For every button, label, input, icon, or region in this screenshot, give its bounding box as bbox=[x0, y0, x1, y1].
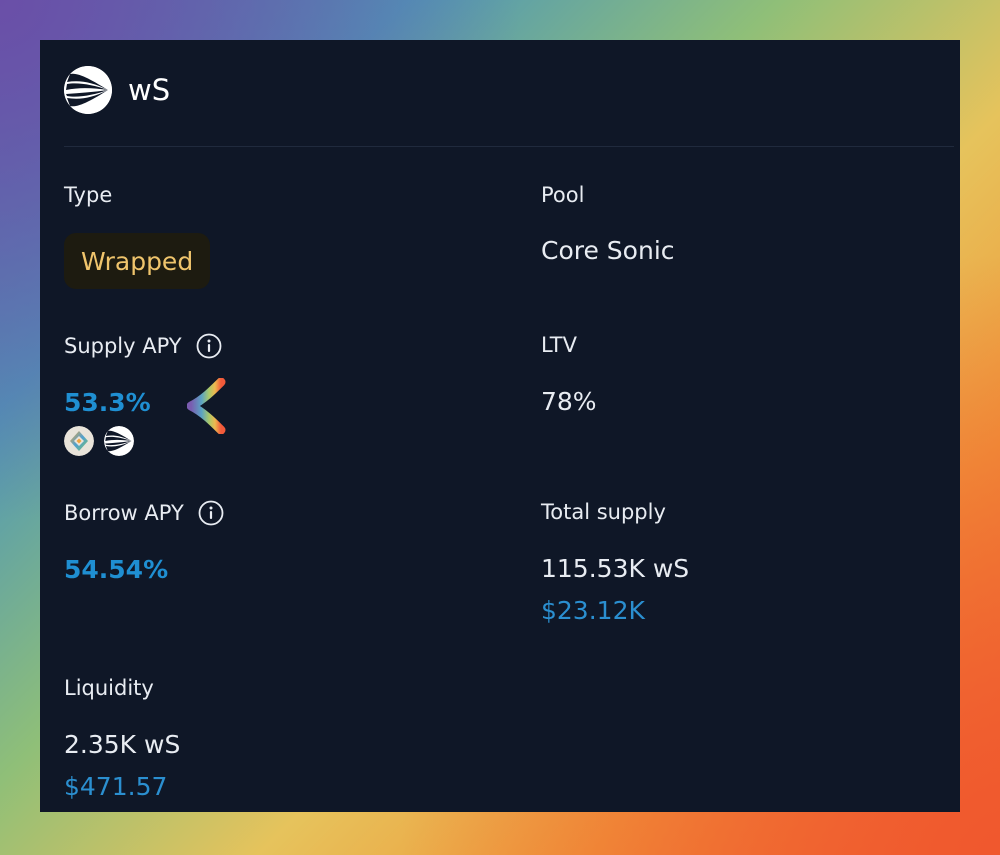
market-detail-card: wS Type Wrapped Pool Core Sonic Supply A… bbox=[40, 40, 960, 812]
total-supply-usd: $23.12K bbox=[541, 596, 645, 625]
borrow-apy-label-row: Borrow APY bbox=[64, 500, 224, 526]
ltv-value: 78% bbox=[541, 387, 597, 416]
pool-value: Core Sonic bbox=[541, 236, 675, 265]
reward-token-icon bbox=[64, 426, 94, 456]
total-supply-value: 115.53K wS bbox=[541, 554, 690, 583]
supply-apy-label: Supply APY bbox=[64, 334, 182, 358]
sonic-logo-icon bbox=[64, 66, 112, 114]
token-name: wS bbox=[128, 73, 171, 107]
borrow-apy-value: 54.54% bbox=[64, 555, 169, 584]
ltv-label: LTV bbox=[541, 333, 578, 357]
info-icon[interactable] bbox=[196, 333, 222, 359]
liquidity-label: Liquidity bbox=[64, 676, 154, 700]
liquidity-value: 2.35K wS bbox=[64, 730, 181, 759]
token-header: wS bbox=[64, 66, 170, 114]
liquidity-usd: $471.57 bbox=[64, 772, 168, 801]
supply-apy-label-row: Supply APY bbox=[64, 333, 222, 359]
type-badge: Wrapped bbox=[64, 233, 211, 289]
info-icon[interactable] bbox=[198, 500, 224, 526]
sonic-logo-icon bbox=[104, 426, 134, 456]
supply-apy-value: 53.3% bbox=[64, 388, 151, 417]
arrow-pointer-icon bbox=[187, 378, 336, 434]
type-label: Type bbox=[64, 183, 113, 207]
header-divider bbox=[64, 146, 954, 147]
borrow-apy-label: Borrow APY bbox=[64, 501, 184, 525]
pool-label: Pool bbox=[541, 183, 585, 207]
total-supply-label: Total supply bbox=[541, 500, 666, 524]
